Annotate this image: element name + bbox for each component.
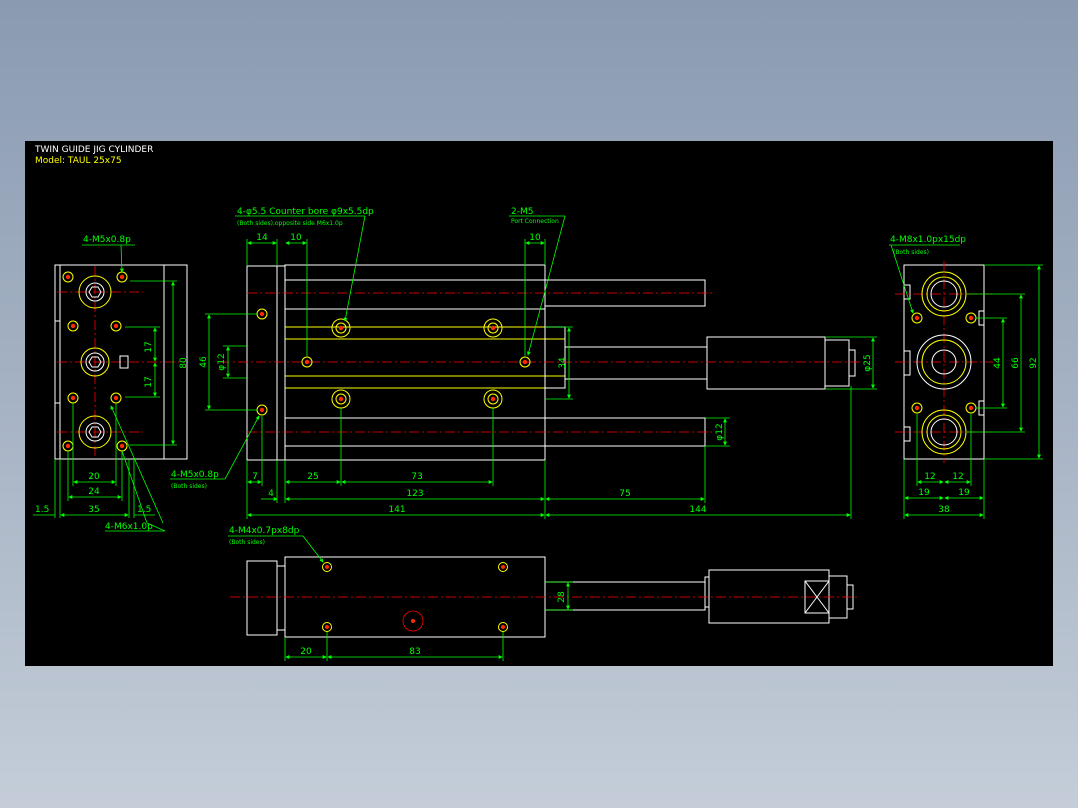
dim-10-right: 10 [529,233,541,243]
dim-80: 80 [179,357,189,369]
right-end-view: 4-M8x1.0px15dp (Both sides) 44 66 92 12 … [889,235,1043,519]
drawing-title: TWIN GUIDE JIG CYLINDER [34,145,153,155]
counterbore-hole [483,318,503,338]
callout-m4-note: (Both sides) [229,539,265,546]
dim-14: 14 [256,233,268,243]
leader-line [343,215,366,322]
dim-12-left: 12 [924,472,935,482]
dim-19-right: 19 [958,488,970,498]
left-view-mounting-hole [110,392,122,404]
dim-141: 141 [388,505,405,515]
callout-m6-tapped: 4-M6x1.0p [105,522,153,532]
dim-1-5-right: 1.5 [137,505,151,515]
right-view-slots [904,284,984,442]
dim-19-left: 19 [918,488,930,498]
bottom-view-tapped-hole [322,562,332,572]
left-view-tapped-hole [116,440,128,452]
dim-83: 83 [409,647,420,657]
dim-144: 144 [689,505,706,515]
callout-port: 2-M5 [511,207,533,217]
callout-m5-endplate: 4-M5x0.8p [171,470,219,480]
dim-1-5-left: 1.5 [35,505,49,515]
counterbore-hole [331,389,351,409]
left-view-mounting-hole [67,392,79,404]
callout-m4-tapped: 4-M4x0.7px8dp [229,526,300,536]
dim-phi25: φ25 [863,354,873,371]
bottom-piston-rod [544,581,706,611]
left-view-mounting-hole [67,320,79,332]
end-plate-tapped-hole [256,404,268,416]
dim-12-right: 12 [952,472,963,482]
left-view-tapped-hole [62,271,74,283]
bottom-end-plate-flange [276,565,286,631]
dim-17-lower: 17 [144,376,154,387]
right-view-tapped-hole [911,312,923,324]
end-plate-flange [276,265,286,461]
front-view: 4-φ5.5 Counter bore φ9x5.5dp (Both sides… [170,207,877,519]
dim-20-bottom: 20 [300,647,312,657]
callout-m5-tapped: 4-M5x0.8p [83,235,131,245]
bottom-view-port [402,610,424,632]
right-view-tapped-hole [965,312,977,324]
bottom-view-tapped-hole [498,562,508,572]
piston-rod [564,346,708,380]
dim-38: 38 [938,505,950,515]
dim-4: 4 [268,489,274,499]
left-view-tapped-hole [116,271,128,283]
left-view-mounting-hole [110,320,122,332]
end-cap [824,339,850,387]
end-cap-tip [848,349,856,377]
dim-7: 7 [252,472,258,482]
callout-m8-tapped: 4-M8x1.0px15dp [890,235,966,245]
dim-66: 66 [1011,357,1021,369]
cylinder-barrel [706,336,826,390]
callout-counterbore: 4-φ5.5 Counter bore φ9x5.5dp [237,207,374,217]
bottom-view-tapped-hole [322,622,332,632]
left-end-view: 4-M5x0.8p 17 17 80 20 24 35 1.5 1.5 4-M6… [33,235,189,532]
callout-counterbore-note: (Both sides),opposite side M6x1.0p [237,220,343,227]
drawing-model: Model: TAUL 25x75 [35,156,122,166]
right-view-tapped-hole [965,402,977,414]
right-view-tapped-hole [911,402,923,414]
dim-123: 123 [406,489,423,499]
dim-20: 20 [88,472,100,482]
callout-m8-note: (Both sides) [893,249,929,256]
leader-line [224,415,260,480]
bottom-cylinder-barrel [708,569,830,624]
dim-phi12-guide: φ12 [715,423,725,440]
dim-35: 35 [88,505,99,515]
bottom-view-tapped-hole [498,622,508,632]
dim-phi12-rod: φ12 [217,353,227,370]
dim-73: 73 [411,472,422,482]
dim-24: 24 [88,487,100,497]
dim-75: 75 [619,489,630,499]
end-plate-tapped-hole [256,308,268,320]
dim-46: 46 [199,356,209,368]
cylinder-body [284,264,546,461]
bottom-view: 4-M4x0.7px8dp (Both sides) 28 20 83 [228,526,860,661]
counterbore-hole [483,389,503,409]
leader-line [121,450,148,524]
dim-92: 92 [1029,357,1039,368]
callout-port-note: Port Connection [511,218,559,225]
dim-28: 28 [557,591,567,603]
leader-line [302,535,324,563]
dim-17-upper: 17 [144,341,154,352]
bottom-rod-collar [704,576,710,608]
drawing-sheet: TWIN GUIDE JIG CYLINDER Model: TAUL 25x7… [25,141,1053,666]
left-view-tapped-hole [62,440,74,452]
dim-34: 34 [558,357,568,369]
bottom-end-plate [246,560,278,636]
dim-44: 44 [993,357,1003,369]
cad-drawing: TWIN GUIDE JIG CYLINDER Model: TAUL 25x7… [33,145,1043,661]
dim-25: 25 [307,472,318,482]
leader-line [119,244,124,273]
dim-10-left: 10 [290,233,302,243]
counterbore-hole [331,318,351,338]
callout-m5-endplate-note: (Both sides) [171,483,207,490]
